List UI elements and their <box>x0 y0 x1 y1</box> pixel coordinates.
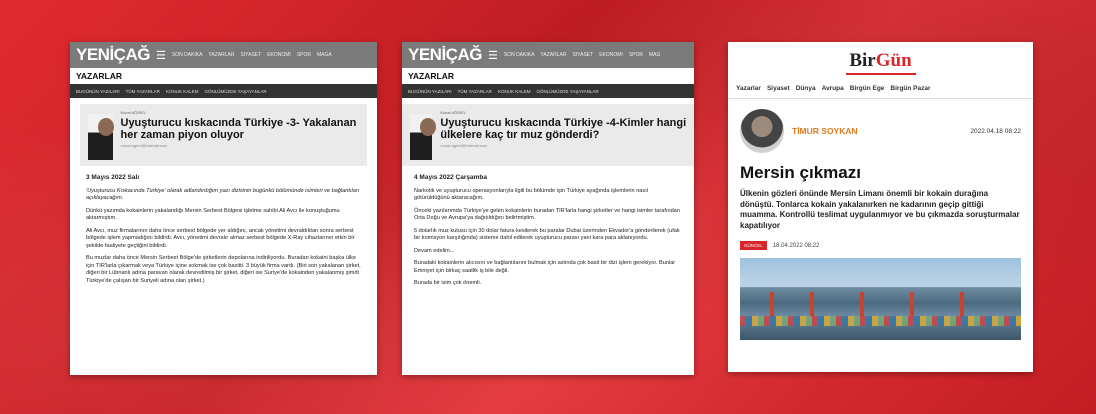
article-body: 3 Mayıs 2022 Salı 'Uyuşturucu Kıskacında… <box>70 166 377 296</box>
nav-item[interactable]: Dünya <box>796 85 816 92</box>
nav-item[interactable]: Yazarlar <box>736 85 761 92</box>
tab-all-authors[interactable]: TÜM YAZARLAR <box>458 89 492 94</box>
author-avatar[interactable] <box>740 109 784 153</box>
tab-in-memoriam[interactable]: GÖNLÜMÜZDE YAŞAYANLAR <box>536 89 598 94</box>
nav-item[interactable]: MAGA <box>317 52 332 58</box>
nav-item[interactable]: SPOR <box>629 52 643 58</box>
paragraph: 5 dolarlık muz kutusu için 30 dolar fatu… <box>414 227 680 242</box>
screenshot-birgun-article: BirGün Yazarlar Siyaset Dünya Avrupa Bir… <box>728 42 1033 372</box>
hamburger-menu-icon[interactable]: ☰ <box>156 49 166 62</box>
nav-item[interactable]: MAG <box>649 52 660 58</box>
logo-underline <box>845 73 916 75</box>
nav-item[interactable]: SİYASET <box>240 52 261 58</box>
crane-shape <box>860 292 864 318</box>
screenshot-yenicag-article-3: YENİÇAĞ ☰ SON DAKİKA YAZARLAR SİYASET EK… <box>70 42 377 375</box>
tab-todays-posts[interactable]: BUGÜNÜN YAZILARI <box>408 89 452 94</box>
article-date: 4 Mayıs 2022 Çarşamba <box>414 174 487 181</box>
category-badge[interactable]: GÜNCEL <box>740 241 767 250</box>
nav-item[interactable]: Birgün Ege <box>850 85 885 92</box>
article-headline: Uyuşturucu kıskacında Türkiye -3- Yakala… <box>120 117 357 141</box>
nav-item[interactable]: SON DAKİKA <box>172 52 203 58</box>
publish-date: 2022.04.18 08:22 <box>970 127 1021 135</box>
article-hero: Murat AĞIREL Uyuşturucu kıskacında Türki… <box>402 104 694 166</box>
paragraph: Narkotik ve uyuşturucu operasyonlarıyla … <box>414 187 649 202</box>
article-headline: Uyuşturucu kıskacında Türkiye -4-Kimler … <box>440 117 687 141</box>
nav-item[interactable]: Birgün Pazar <box>890 85 930 92</box>
author-photo <box>410 114 437 160</box>
nav-item[interactable]: SİYASET <box>572 52 593 58</box>
paragraph: Önceki yazılarımda Türkiye'ye gelen koka… <box>414 207 680 222</box>
nav-item[interactable]: EKONOMİ <box>267 52 291 58</box>
article-hero: Murat AĞIREL Uyuşturucu kıskacında Türki… <box>80 104 367 166</box>
yenicag-logo[interactable]: YENİÇAĞ <box>408 45 482 65</box>
main-nav: SON DAKİKA YAZARLAR SİYASET EKONOMİ SPOR… <box>172 52 332 58</box>
article-summary: Ülkenin gözleri önünde Mersin Limanı öne… <box>740 189 1020 230</box>
nav-item[interactable]: SON DAKİKA <box>504 52 535 58</box>
nav-item[interactable]: Avrupa <box>822 85 844 92</box>
yenicag-logo[interactable]: YENİÇAĞ <box>76 45 150 65</box>
tag-date: 18.04.2022 08:22 <box>772 242 820 249</box>
author-name[interactable]: TİMUR SOYKAN <box>792 126 858 136</box>
paragraph: Ali Avcı, muz firmalarının daha önce ser… <box>86 227 355 249</box>
author-email[interactable]: murat.agirel@hotmail.com <box>440 143 694 148</box>
author-name: Murat AĞIREL <box>120 110 147 115</box>
nav-item[interactable]: YAZARLAR <box>208 52 234 58</box>
paragraph: Devam edelim... <box>414 247 455 254</box>
site-header: YENİÇAĞ ☰ SON DAKİKA YAZARLAR SİYASET EK… <box>70 42 377 68</box>
logo-part: Bir <box>849 50 876 71</box>
port-photo <box>740 258 1021 340</box>
hamburger-menu-icon[interactable]: ☰ <box>488 49 498 62</box>
tab-todays-posts[interactable]: BUGÜNÜN YAZILARI <box>76 89 120 94</box>
author-meta: TİMUR SOYKAN 2022.04.18 08:22 <box>728 99 1033 153</box>
nav-item[interactable]: EKONOMİ <box>599 52 623 58</box>
tab-in-memoriam[interactable]: GÖNLÜMÜZDE YAŞAYANLAR <box>204 89 266 94</box>
screenshot-yenicag-article-4: YENİÇAĞ ☰ SON DAKİKA YAZARLAR SİYASET EK… <box>402 42 694 375</box>
article-date: 3 Mayıs 2022 Salı <box>86 174 140 181</box>
nav-item[interactable]: SPOR <box>297 52 311 58</box>
container-stacks <box>740 316 1021 326</box>
nav-item[interactable]: Siyaset <box>767 85 790 92</box>
tab-guest-pen[interactable]: KONUK KALEM <box>166 89 199 94</box>
site-header: YENİÇAĞ ☰ SON DAKİKA YAZARLAR SİYASET EK… <box>402 42 694 68</box>
author-name: Murat AĞIREL <box>440 110 467 115</box>
author-photo <box>88 114 114 160</box>
crane-shape <box>770 292 774 318</box>
paragraph: Bu muzlar daha önce Mersin Serbest Bölge… <box>86 255 361 284</box>
logo-part: Gün <box>875 50 912 71</box>
tab-guest-pen[interactable]: KONUK KALEM <box>498 89 531 94</box>
main-nav: SON DAKİKA YAZARLAR SİYASET EKONOMİ SPOR… <box>504 52 661 58</box>
nav-item[interactable]: YAZARLAR <box>540 52 566 58</box>
paragraph: Buradaki kokainlerin alıcısını ve bağlan… <box>414 260 676 274</box>
paragraph: 'Uyuşturucu Kıskacında Türkiye' olarak a… <box>86 187 360 202</box>
article-title: Mersin çıkmazı <box>740 163 861 182</box>
section-title: YAZARLAR <box>408 71 454 81</box>
tab-all-authors[interactable]: TÜM YAZARLAR <box>126 89 160 94</box>
crane-shape <box>810 292 814 318</box>
section-title: YAZARLAR <box>76 71 122 81</box>
author-email[interactable]: murat.agirel@hotmail.com <box>121 143 368 148</box>
tag-row: GÜNCEL 18.04.2022 08:22 <box>728 231 1033 250</box>
author-tabs: BUGÜNÜN YAZILARI TÜM YAZARLAR KONUK KALE… <box>402 84 694 98</box>
article-body: 4 Mayıs 2022 Çarşamba Narkotik ve uyuştu… <box>402 166 694 299</box>
crane-shape <box>910 292 914 318</box>
author-tabs: BUGÜNÜN YAZILARI TÜM YAZARLAR KONUK KALE… <box>70 84 377 98</box>
birgun-logo[interactable]: BirGün <box>728 50 1033 72</box>
crane-shape <box>960 292 964 318</box>
paragraph: Dünkü yazımda kokainlerin yakalandığı Me… <box>86 207 340 222</box>
main-nav: Yazarlar Siyaset Dünya Avrupa Birgün Ege… <box>728 79 1033 99</box>
paragraph: Burada bir isim çok önemli. <box>414 280 482 286</box>
